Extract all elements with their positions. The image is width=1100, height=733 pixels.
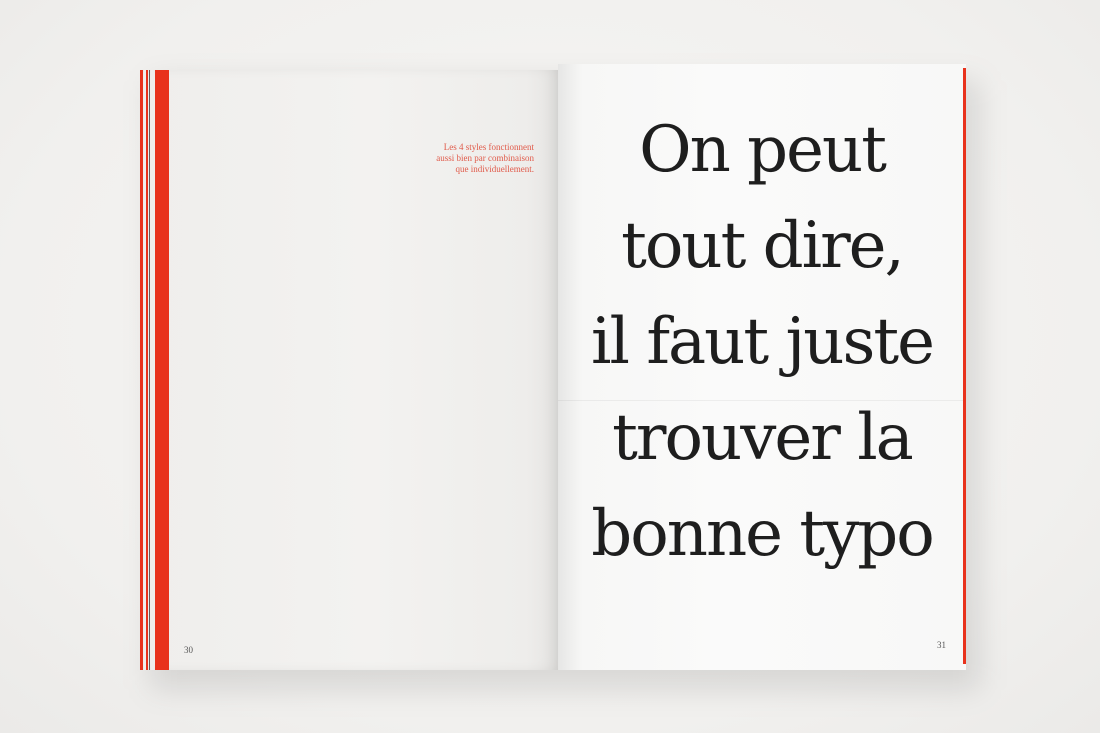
headline-line: tout dire, [621,209,905,283]
page-number-right: 31 [937,640,946,650]
edge-stripe [151,70,154,670]
edge-stripe [149,70,150,670]
caption-text: Les 4 styles fonctionnent aussi bien par… [436,142,534,174]
headline-line: On peut [639,113,887,187]
left-page: Les 4 styles fonctionnent aussi bien par… [140,70,560,670]
edge-stripe [146,70,148,670]
edge-stripe [155,70,169,670]
edge-stripe [140,70,143,670]
right-page: On peut tout dire, il faut juste trouver… [558,64,966,670]
page-number-left: 30 [184,645,193,655]
headline-line: bonne typo [591,497,935,571]
headline-line: il faut juste [591,305,935,379]
headline-line: trouver la [612,401,914,475]
page-edge-stripes [140,70,170,670]
headline: On peut tout dire, il faut juste trouver… [558,102,966,582]
